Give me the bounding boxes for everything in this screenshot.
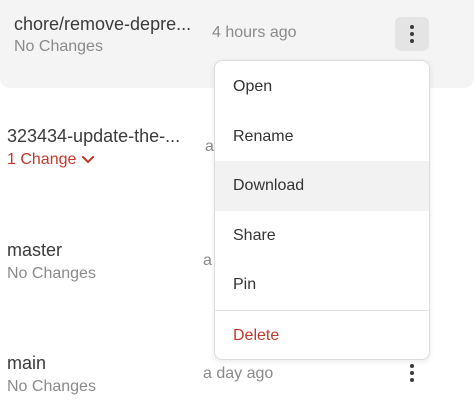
branch-status: No Changes <box>7 265 96 282</box>
branch-status: No Changes <box>7 378 96 395</box>
branch-time: a <box>203 252 212 269</box>
changes-count: 1 Change <box>7 151 77 168</box>
branch-time: a day ago <box>203 365 274 382</box>
menu-item-share[interactable]: Share <box>215 211 429 261</box>
menu-item-rename[interactable]: Rename <box>215 112 429 162</box>
chevron-down-icon <box>82 156 95 163</box>
branch-name: 323434-update-the-... <box>7 126 181 146</box>
menu-item-pin[interactable]: Pin <box>215 260 429 310</box>
kebab-vertical-icon <box>410 25 414 29</box>
menu-item-delete[interactable]: Delete <box>215 311 429 359</box>
kebab-vertical-icon <box>410 364 414 368</box>
menu-item-open[interactable]: Open <box>215 62 429 112</box>
branch-name: master <box>7 240 63 260</box>
menu-item-download[interactable]: Download <box>215 161 429 211</box>
more-options-button[interactable] <box>395 17 429 51</box>
branch-context-menu: Open Rename Download Share Pin Delete <box>214 60 430 360</box>
branch-status-changed[interactable]: 1 Change <box>7 151 95 169</box>
branch-time: a <box>205 138 214 155</box>
branch-name: chore/remove-depre... <box>14 14 192 34</box>
branch-name: main <box>7 353 47 373</box>
more-options-button[interactable] <box>395 356 429 390</box>
branch-status: No Changes <box>14 38 103 55</box>
branch-time: 4 hours ago <box>212 24 297 41</box>
